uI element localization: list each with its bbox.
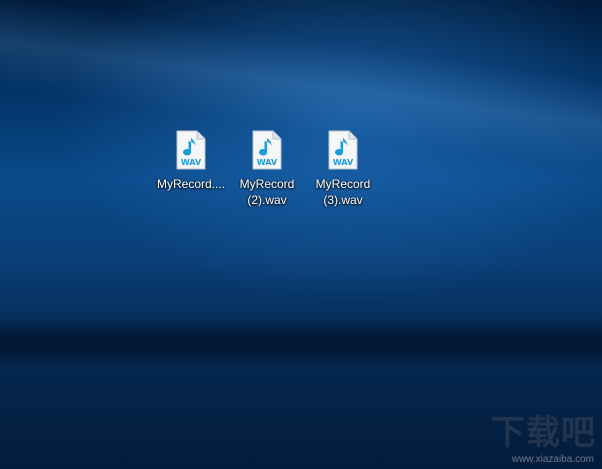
file-name-label: MyRecord (2).wav [239, 177, 295, 207]
desktop[interactable]: WAV MyRecord.... WAV MyRecord (2).wav WA… [0, 0, 602, 469]
desktop-icon-myrecord-2[interactable]: WAV MyRecord (2).wav [229, 130, 305, 208]
watermark-url: www.xiazaiba.com [511, 454, 594, 465]
file-name-label: MyRecord.... [156, 177, 225, 191]
wav-audio-file-icon: WAV [327, 130, 359, 170]
svg-text:WAV: WAV [181, 158, 202, 167]
watermark-logo: 下载吧 [491, 413, 596, 453]
desktop-icon-myrecord-3[interactable]: WAV MyRecord (3).wav [305, 130, 381, 208]
file-name-label: MyRecord (3).wav [315, 177, 371, 207]
svg-text:WAV: WAV [333, 158, 354, 167]
svg-text:WAV: WAV [257, 158, 278, 167]
desktop-icon-myrecord[interactable]: WAV MyRecord.... [153, 130, 229, 192]
wav-audio-file-icon: WAV [251, 130, 283, 170]
site-watermark: 下载吧 www.xiazaiba.com [466, 405, 596, 465]
wav-audio-file-icon: WAV [175, 130, 207, 170]
wallpaper-dark-band [0, 318, 602, 368]
